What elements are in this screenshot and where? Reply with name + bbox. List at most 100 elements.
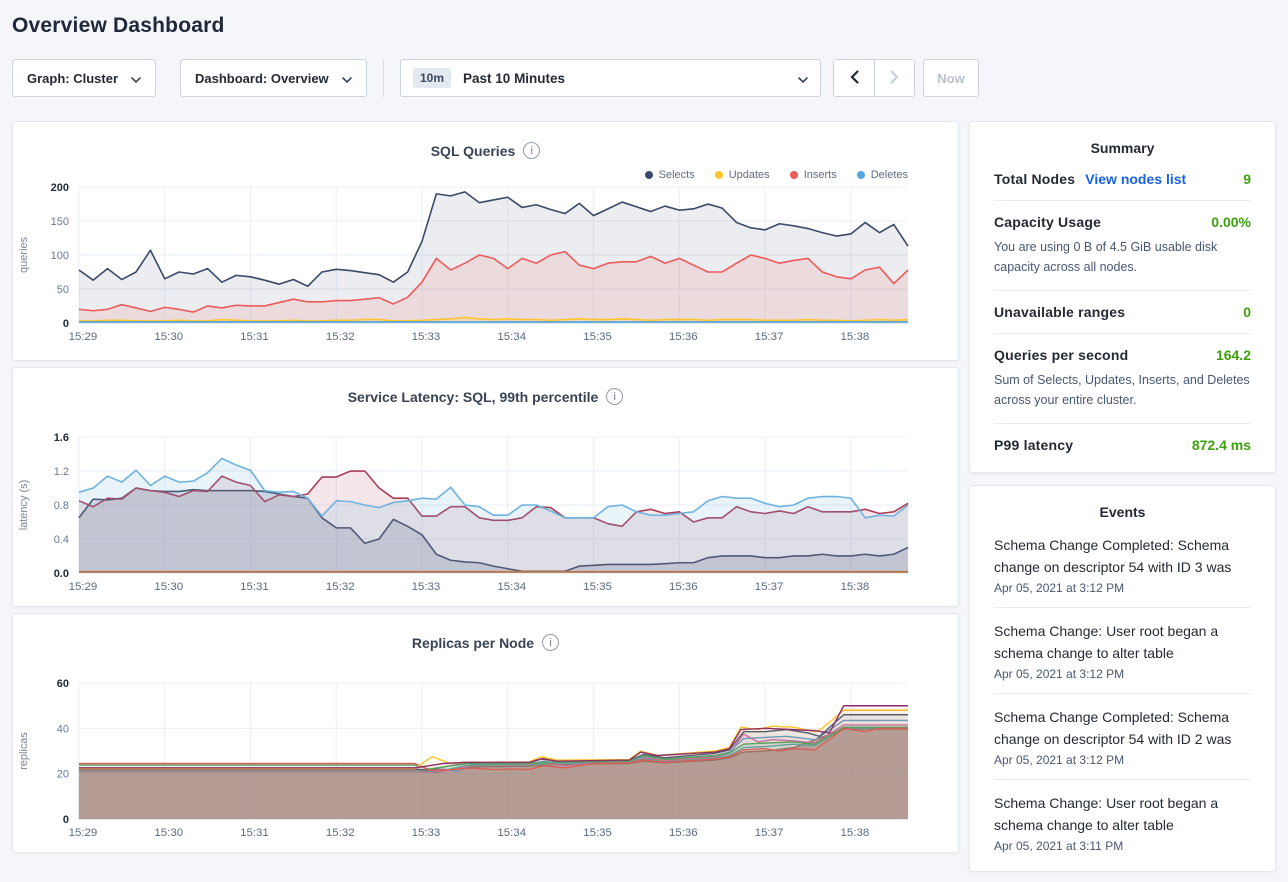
svg-text:15:33: 15:33 <box>412 827 441 839</box>
svg-text:20: 20 <box>57 769 69 781</box>
info-icon[interactable]: i <box>523 142 540 159</box>
summary-item-unavailable-ranges: Unavailable ranges 0 <box>994 291 1251 334</box>
time-range-badge: 10m <box>413 68 451 88</box>
events-panel: Events Schema Change Completed: Schema c… <box>969 485 1276 872</box>
svg-text:0.8: 0.8 <box>54 500 69 512</box>
svg-text:0: 0 <box>63 814 69 826</box>
view-nodes-list-link[interactable]: View nodes list <box>1085 171 1186 187</box>
events-list: Schema Change Completed: Schema change o… <box>994 522 1251 865</box>
chevron-down-icon <box>131 71 141 86</box>
svg-text:15:31: 15:31 <box>240 331 269 343</box>
service-latency-chart-panel: Service Latency: SQL, 99th percentile i … <box>12 367 959 607</box>
summary-item-value: 872.4 ms <box>1192 437 1251 453</box>
svg-text:15:34: 15:34 <box>497 331 526 343</box>
summary-title: Summary <box>994 140 1251 156</box>
svg-text:15:33: 15:33 <box>412 581 441 593</box>
svg-text:40: 40 <box>57 723 69 735</box>
svg-text:150: 150 <box>51 216 69 228</box>
summary-item-capacity-usage: Capacity Usage0.00%You are using 0 B of … <box>994 201 1251 291</box>
svg-text:0.4: 0.4 <box>54 534 69 546</box>
event-timestamp: Apr 05, 2021 at 3:12 PM <box>994 667 1251 681</box>
legend-label: Inserts <box>804 169 837 181</box>
svg-text:15:32: 15:32 <box>326 827 355 839</box>
summary-item-value: 0.00% <box>1211 214 1251 230</box>
legend-dot <box>715 171 723 179</box>
svg-text:1.2: 1.2 <box>54 466 69 478</box>
next-time-button[interactable] <box>874 60 914 96</box>
dashboard-dropdown[interactable]: Dashboard: Overview <box>180 59 367 97</box>
summary-item-value: 0 <box>1243 304 1251 320</box>
svg-text:100: 100 <box>51 250 69 262</box>
toolbar-divider <box>383 59 384 97</box>
svg-text:15:36: 15:36 <box>669 581 698 593</box>
svg-text:15:35: 15:35 <box>583 581 612 593</box>
chart-title-row: Replicas per Node i <box>13 634 958 651</box>
svg-text:15:37: 15:37 <box>755 581 784 593</box>
graph-dropdown-label: Graph: Cluster <box>27 71 118 86</box>
legend-item-updates[interactable]: Updates <box>715 168 770 181</box>
charts-column: SQL Queries i Selects Updates Inserts Delet… <box>12 121 959 872</box>
now-button-label: Now <box>937 71 964 86</box>
svg-text:15:35: 15:35 <box>583 331 612 343</box>
svg-text:15:29: 15:29 <box>69 827 98 839</box>
time-range-selector[interactable]: 10m Past 10 Minutes <box>400 59 821 97</box>
svg-text:15:38: 15:38 <box>841 581 870 593</box>
now-button[interactable]: Now <box>923 59 979 97</box>
info-icon[interactable]: i <box>542 634 559 651</box>
event-timestamp: Apr 05, 2021 at 3:12 PM <box>994 753 1251 767</box>
event-item[interactable]: Schema Change: User root began a schema … <box>994 608 1251 694</box>
summary-item-label: Unavailable ranges <box>994 304 1125 320</box>
chart-title: SQL Queries <box>431 143 516 159</box>
prev-time-button[interactable] <box>834 60 874 96</box>
dashboard-dropdown-label: Dashboard: Overview <box>195 71 329 86</box>
svg-text:15:37: 15:37 <box>755 331 784 343</box>
svg-text:15:33: 15:33 <box>412 331 441 343</box>
event-text: Schema Change Completed: Schema change o… <box>994 534 1251 578</box>
event-text: Schema Change: User root began a schema … <box>994 792 1251 836</box>
svg-text:15:31: 15:31 <box>240 827 269 839</box>
chart-legend: Selects Updates Inserts Deletes <box>13 168 908 181</box>
svg-text:15:30: 15:30 <box>154 331 183 343</box>
overview-dashboard-page: Overview Dashboard Graph: Cluster Dashbo… <box>0 14 1288 872</box>
event-item[interactable]: Schema Change Completed: Schema change o… <box>994 694 1251 780</box>
chevron-down-icon <box>342 71 352 86</box>
summary-item-label: Total Nodes <box>994 171 1075 187</box>
svg-text:0: 0 <box>63 318 69 330</box>
event-item[interactable]: Schema Change Completed: Schema change o… <box>994 522 1251 608</box>
graph-dropdown[interactable]: Graph: Cluster <box>12 59 156 97</box>
svg-text:15:34: 15:34 <box>497 581 526 593</box>
svg-text:latency (s): latency (s) <box>18 480 30 531</box>
sql-queries-chart[interactable]: 05010015020015:2915:3015:3115:3215:3315:… <box>13 181 958 347</box>
summary-item-value: 9 <box>1243 171 1251 187</box>
chevron-down-icon <box>798 71 808 86</box>
dashboard-content: SQL Queries i Selects Updates Inserts Delet… <box>12 121 1276 872</box>
legend-dot <box>857 171 865 179</box>
chart-title: Service Latency: SQL, 99th percentile <box>348 389 599 405</box>
legend-label: Deletes <box>871 169 908 181</box>
replicas-per-node-chart[interactable]: 020406015:2915:3015:3115:3215:3315:3415:… <box>13 677 958 843</box>
svg-text:50: 50 <box>57 284 69 296</box>
chart-title-row: Service Latency: SQL, 99th percentile i <box>13 388 958 405</box>
chevron-left-icon <box>850 70 859 87</box>
toolbar: Graph: Cluster Dashboard: Overview 10m P… <box>12 59 1276 97</box>
legend-item-deletes[interactable]: Deletes <box>857 168 908 181</box>
svg-text:15:31: 15:31 <box>240 581 269 593</box>
event-item[interactable]: Schema Change: User root began a schema … <box>994 780 1251 865</box>
replicas-per-node-chart-panel: Replicas per Node i 020406015:2915:3015:… <box>12 613 959 853</box>
svg-text:15:29: 15:29 <box>69 581 98 593</box>
svg-text:1.6: 1.6 <box>54 432 69 444</box>
event-timestamp: Apr 05, 2021 at 3:12 PM <box>994 581 1251 595</box>
svg-text:60: 60 <box>57 678 69 690</box>
svg-text:15:38: 15:38 <box>841 331 870 343</box>
legend-dot <box>790 171 798 179</box>
svg-text:15:35: 15:35 <box>583 827 612 839</box>
legend-label: Selects <box>659 169 695 181</box>
legend-item-selects[interactable]: Selects <box>645 168 695 181</box>
summary-item-label: Queries per second <box>994 347 1128 363</box>
sidebar: Summary Total Nodes View nodes list 9 Capac… <box>969 121 1276 872</box>
legend-item-inserts[interactable]: Inserts <box>790 168 837 181</box>
service-latency-chart[interactable]: 0.00.40.81.21.615:2915:3015:3115:3215:33… <box>13 431 958 597</box>
svg-text:15:32: 15:32 <box>326 581 355 593</box>
info-icon[interactable]: i <box>606 388 623 405</box>
page-title: Overview Dashboard <box>12 14 1276 38</box>
